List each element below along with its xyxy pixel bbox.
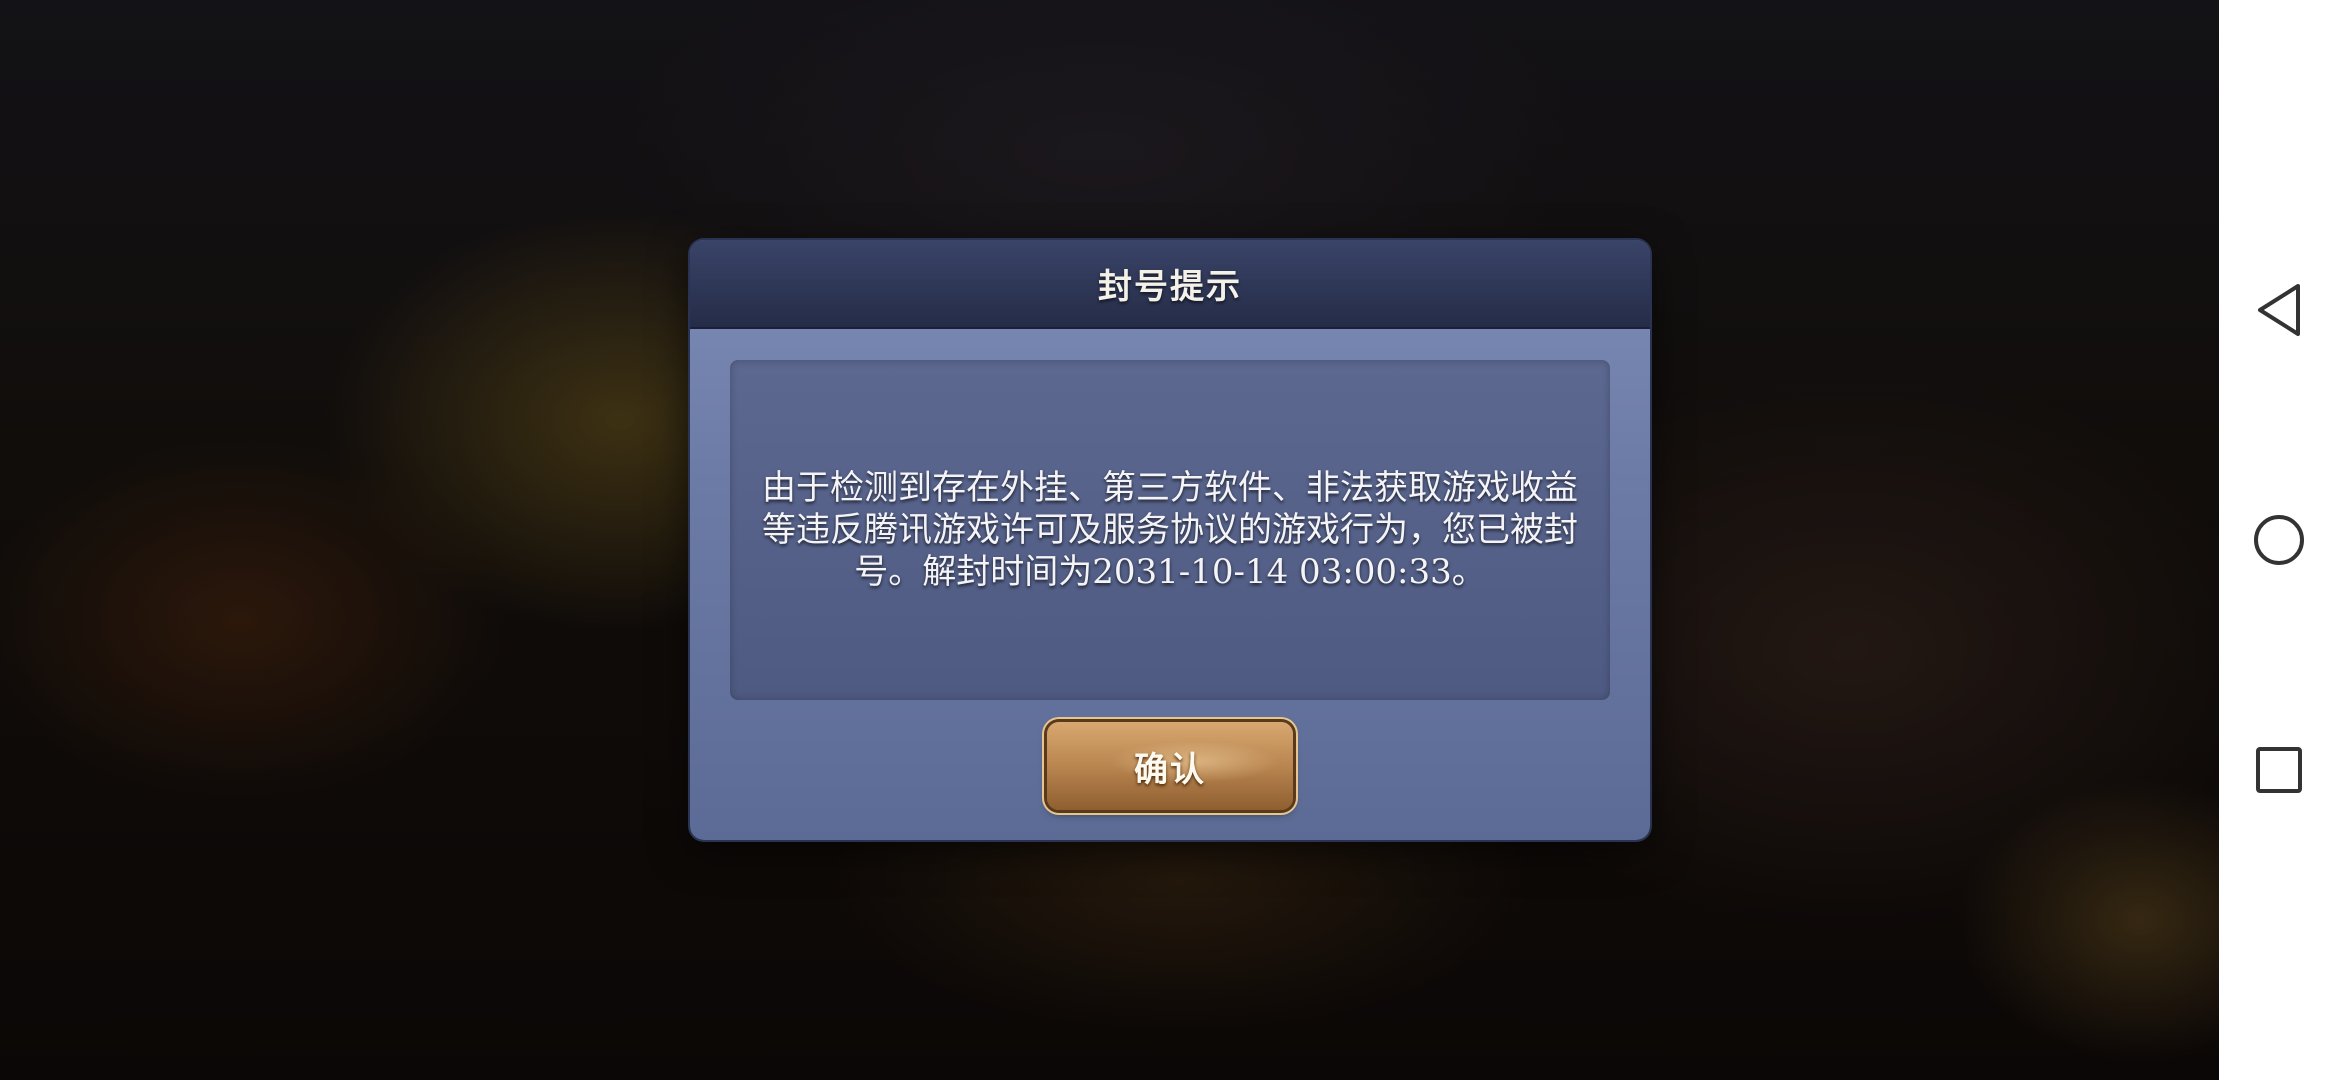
- back-button[interactable]: [2249, 280, 2309, 340]
- message-panel: 由于检测到存在外挂、第三方软件、非法获取游戏收益等违反腾讯游戏许可及服务协议的游…: [730, 360, 1610, 700]
- game-screen: 封号提示 由于检测到存在外挂、第三方软件、非法获取游戏收益等违反腾讯游戏许可及服…: [0, 0, 2340, 1080]
- ban-notice-dialog: 封号提示 由于检测到存在外挂、第三方软件、非法获取游戏收益等违反腾讯游戏许可及服…: [690, 240, 1650, 840]
- recents-square-icon: [2256, 747, 2302, 793]
- confirm-button[interactable]: 确认: [1047, 722, 1293, 810]
- android-navigation-bar: [2219, 0, 2340, 1080]
- confirm-button-label: 确认: [1134, 749, 1206, 790]
- home-circle-icon: [2254, 515, 2304, 565]
- ban-message: 由于检测到存在外挂、第三方软件、非法获取游戏收益等违反腾讯游戏许可及服务协议的游…: [762, 468, 1578, 592]
- back-triangle-icon: [2258, 284, 2300, 336]
- home-button[interactable]: [2249, 510, 2309, 570]
- dialog-header: 封号提示: [690, 240, 1650, 329]
- dialog-title: 封号提示: [1098, 267, 1242, 307]
- recents-button[interactable]: [2249, 740, 2309, 800]
